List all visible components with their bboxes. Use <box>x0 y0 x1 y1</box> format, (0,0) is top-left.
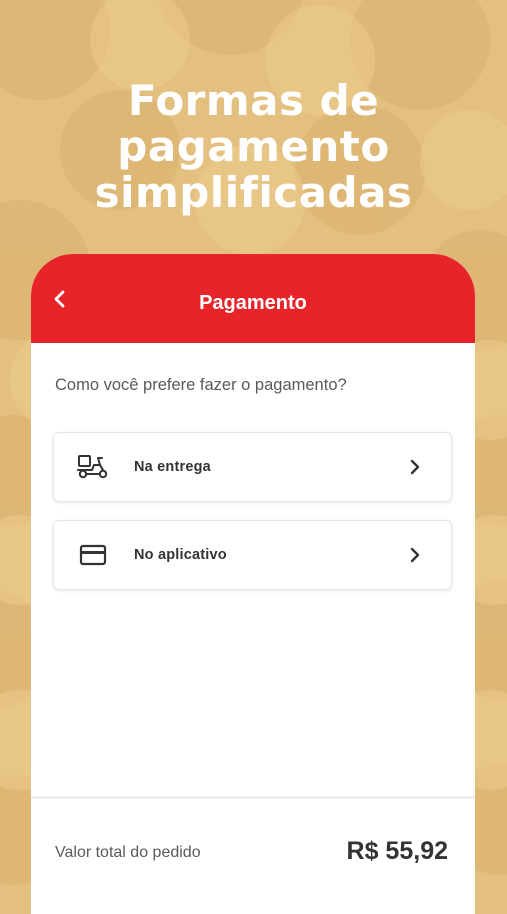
payment-question: Como você prefere fazer o pagamento? <box>55 376 347 394</box>
headline-line: pagamento <box>117 122 390 171</box>
chevron-right-icon <box>405 545 425 565</box>
top-app-bar: Pagamento <box>31 254 475 343</box>
phone-screen: Pagamento Como você prefere fazer o paga… <box>31 254 475 914</box>
option-label: Na entrega <box>134 459 211 475</box>
headline-line: Formas de <box>127 76 380 125</box>
headline-line: simplificadas <box>94 168 413 217</box>
credit-card-icon <box>76 540 110 570</box>
page-title: Pagamento <box>199 292 307 314</box>
total-value: R$ 55,92 <box>346 837 448 865</box>
order-total-footer: Valor total do pedido R$ 55,92 <box>31 796 475 914</box>
option-pay-on-delivery[interactable]: Na entrega <box>53 432 452 502</box>
option-pay-in-app[interactable]: No aplicativo <box>53 520 452 590</box>
chevron-right-icon <box>405 457 425 477</box>
total-label: Valor total do pedido <box>55 844 201 861</box>
promo-headline: Formas de pagamento simplificadas <box>0 78 507 216</box>
delivery-scooter-icon <box>76 452 110 482</box>
option-label: No aplicativo <box>134 547 227 563</box>
